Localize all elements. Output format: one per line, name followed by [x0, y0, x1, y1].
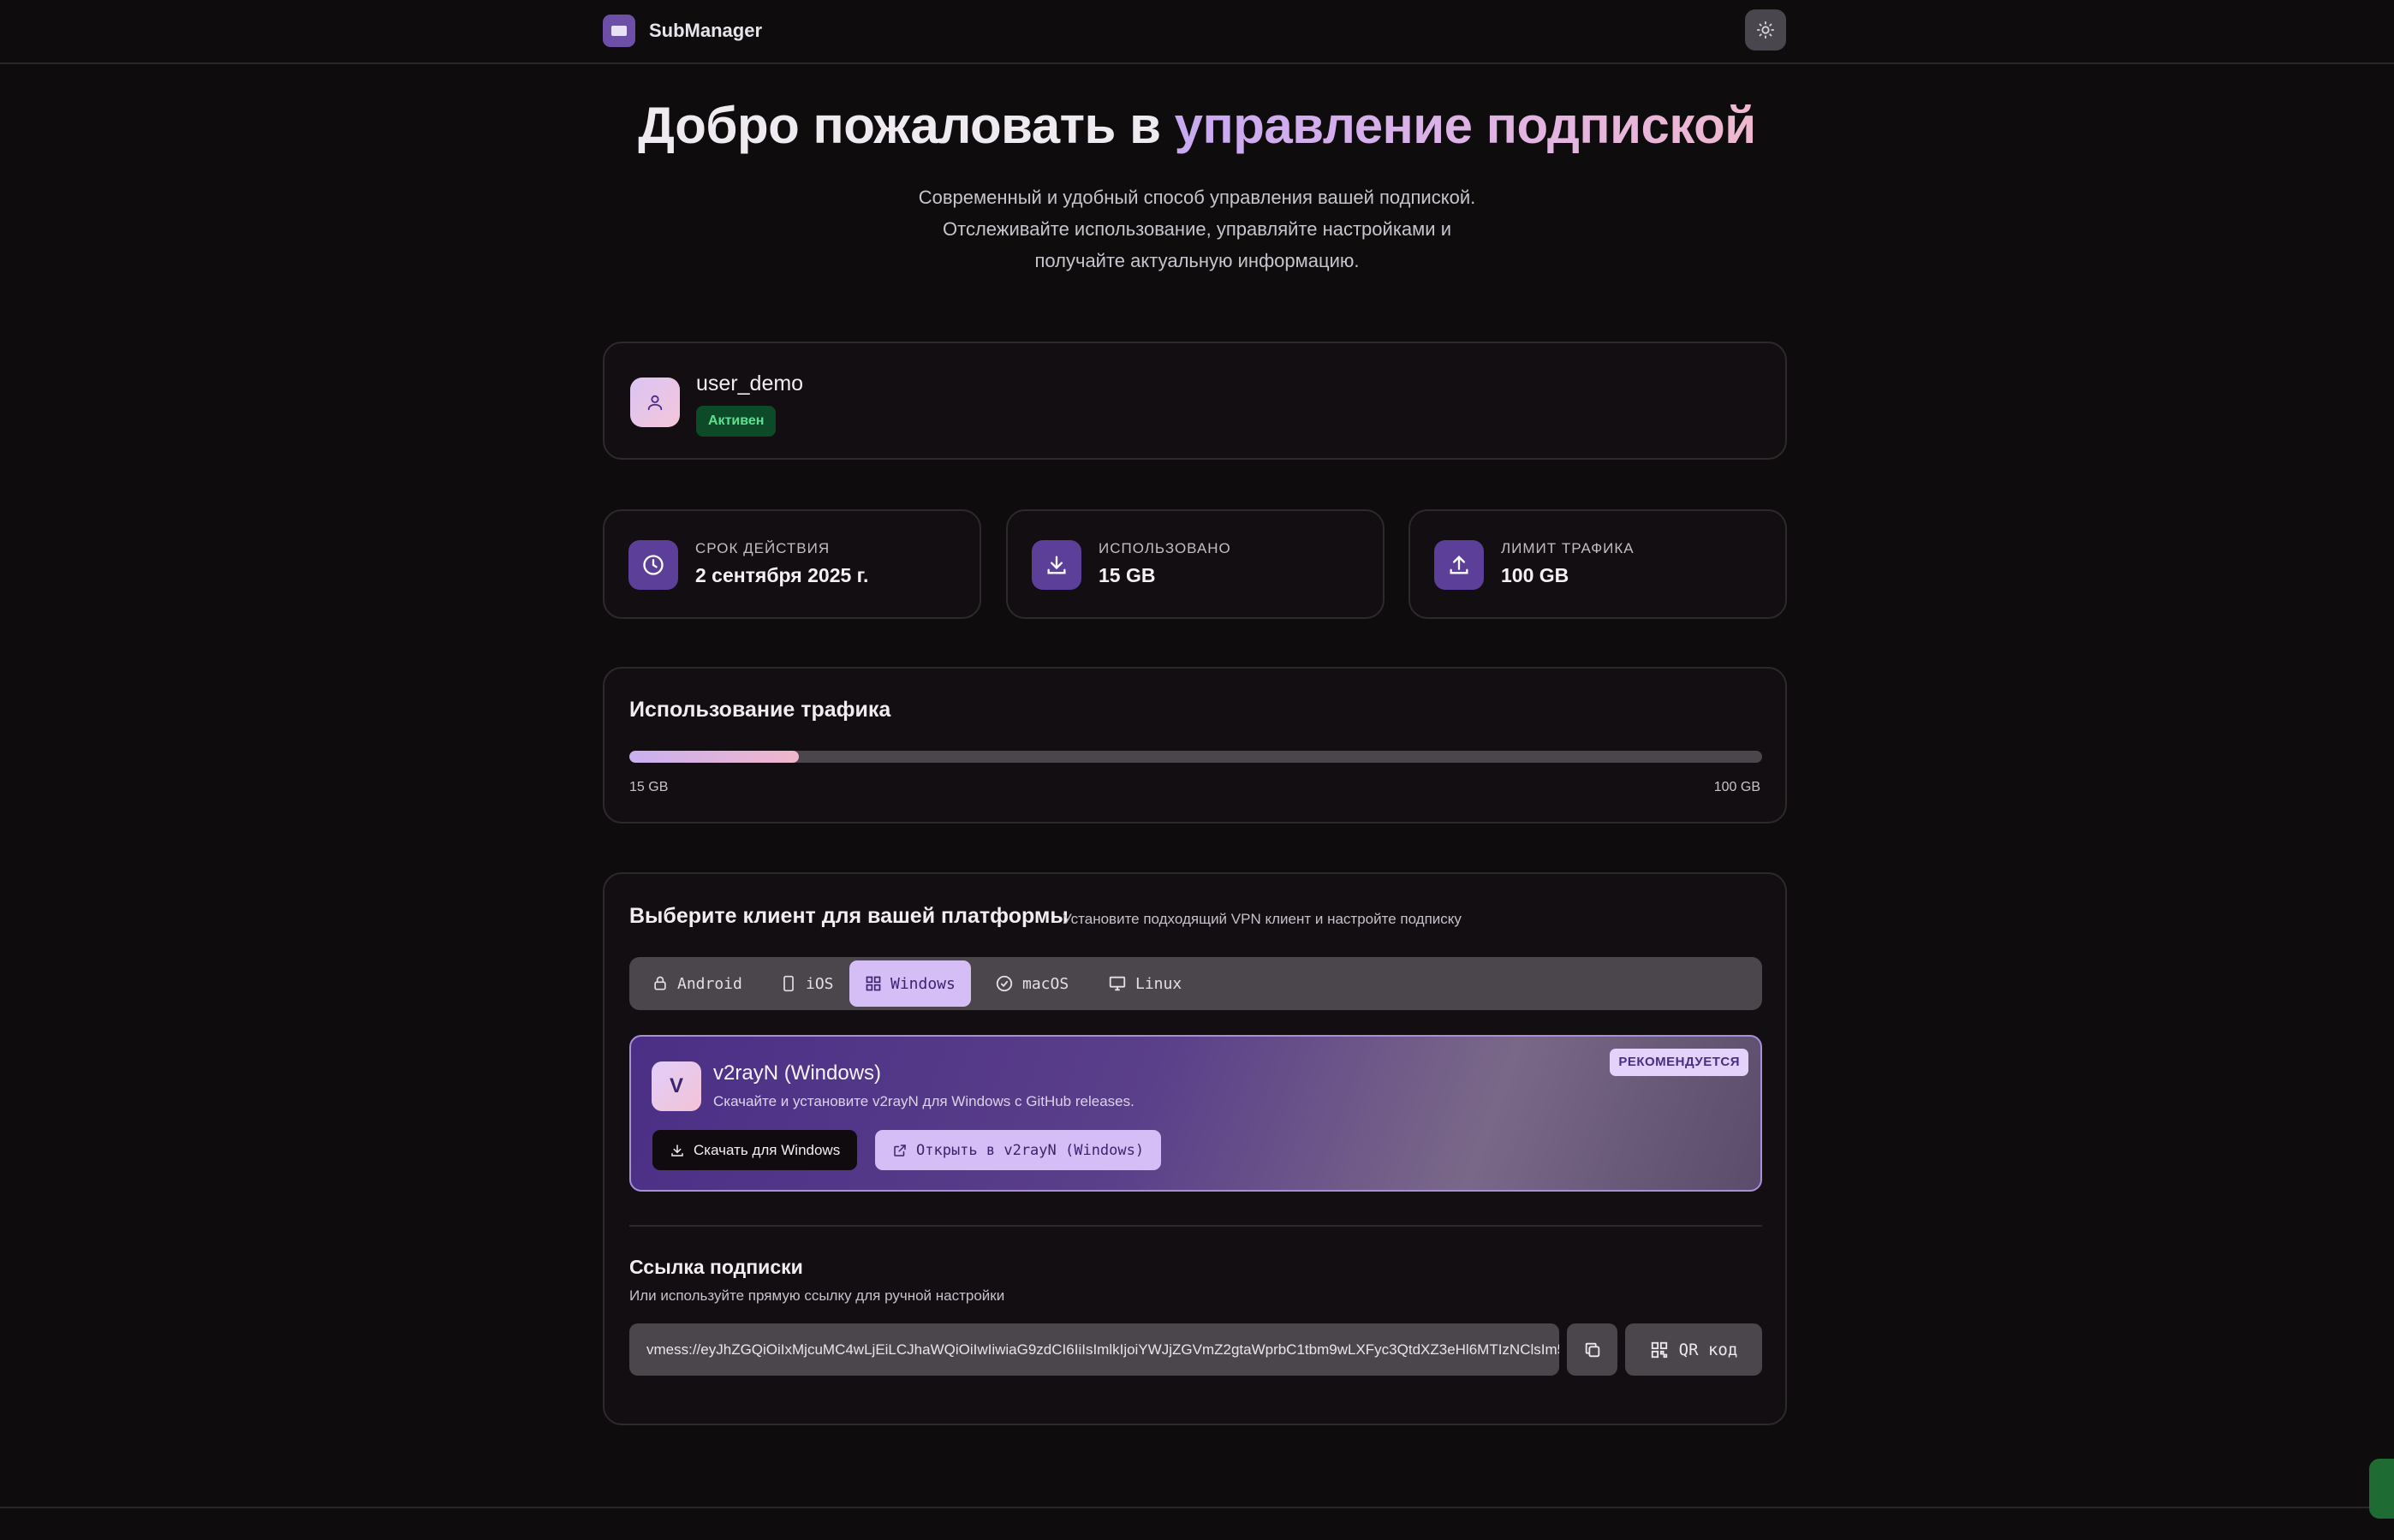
- download-button[interactable]: Скачать для Windows: [652, 1130, 858, 1170]
- open-button-label: Открыть в v2rayN (Windows): [916, 1141, 1145, 1159]
- traffic-used-label: 15 GB: [629, 780, 669, 794]
- stat-value: 2 сентября 2025 г.: [695, 564, 869, 586]
- qr-code-button[interactable]: QR код: [1625, 1323, 1762, 1376]
- monitor-icon: [1109, 976, 1126, 991]
- traffic-title: Использование трафика: [629, 698, 891, 722]
- status-badge: Активен: [696, 406, 777, 437]
- stat-card-expiry: СРОК ДЕЙСТВИЯ 2 сентября 2025 г.: [603, 509, 981, 619]
- stat-value: 100 GB: [1501, 564, 1569, 586]
- subscription-link-input[interactable]: vmess://eyJhZGQiOiIxMjcuMC4wLjEiLCJhaWQi…: [629, 1323, 1559, 1376]
- footer-divider: [0, 1507, 2394, 1508]
- tab-macos[interactable]: macOS: [980, 960, 1084, 1007]
- hero-subtitle-line: получайте актуальную информацию.: [1034, 250, 1360, 271]
- traffic-limit-label: 100 GB: [1713, 780, 1760, 794]
- client-title: Выберите клиент для вашей платформы: [629, 904, 1069, 928]
- clock-icon: [628, 540, 678, 590]
- client-card: Выберите клиент для вашей платформы Уста…: [603, 872, 1787, 1425]
- username: user_demo: [696, 372, 804, 395]
- app-description: Скачайте и установите v2rayN для Windows…: [713, 1093, 1134, 1109]
- stat-label: ИСПОЛЬЗОВАНО: [1099, 540, 1231, 556]
- divider: [629, 1225, 1762, 1227]
- qr-button-label: QR код: [1678, 1340, 1738, 1359]
- lock-icon: [654, 976, 666, 990]
- stat-label: СРОК ДЕЙСТВИЯ: [695, 540, 831, 556]
- tab-linux[interactable]: Linux: [1093, 960, 1197, 1007]
- platform-tabs: Android iOS Windows macOS Linux: [629, 957, 1762, 1010]
- tab-label: Android: [677, 974, 742, 993]
- sun-icon: [1756, 21, 1775, 39]
- stat-card-limit: ЛИМИТ ТРАФИКА 100 GB: [1408, 509, 1787, 619]
- tab-label: Linux: [1135, 974, 1182, 993]
- brand[interactable]: SubManager: [603, 15, 762, 47]
- open-in-app-button[interactable]: Открыть в v2rayN (Windows): [875, 1130, 1162, 1170]
- tab-label: iOS: [806, 974, 834, 993]
- side-widget-tab[interactable]: [2369, 1459, 2394, 1519]
- tab-label: Windows: [890, 974, 956, 993]
- hero-subtitle-line: Современный и удобный способ управления …: [918, 187, 1476, 208]
- brand-name: SubManager: [649, 20, 763, 41]
- upload-icon: [1434, 540, 1484, 590]
- external-link-icon: [894, 1144, 906, 1156]
- copy-icon: [1585, 1342, 1599, 1357]
- stat-label: ЛИМИТ ТРАФИКА: [1501, 540, 1635, 556]
- tab-android[interactable]: Android: [636, 960, 758, 1007]
- title-accent: управление подпиской: [1174, 97, 1757, 154]
- recommended-badge: РЕКОМЕНДУЕТСЯ: [1610, 1049, 1748, 1076]
- user-card: user_demo Активен: [603, 342, 1787, 460]
- top-bar: SubManager: [0, 0, 2394, 64]
- tab-ios[interactable]: iOS: [765, 960, 849, 1007]
- download-icon: [671, 1144, 683, 1156]
- title-main: Добро пожаловать в: [638, 97, 1175, 154]
- traffic-progress-bar: [629, 751, 1762, 763]
- theme-toggle-button[interactable]: [1745, 9, 1786, 51]
- subscription-link-subtitle: Или используйте прямую ссылку для ручной…: [629, 1287, 1005, 1304]
- tab-label: macOS: [1022, 974, 1069, 993]
- user-avatar: [630, 378, 680, 427]
- download-icon: [1032, 540, 1081, 590]
- phone-icon: [783, 975, 794, 992]
- traffic-card: Использование трафика 15 GB 100 GB: [603, 667, 1787, 824]
- copy-button[interactable]: [1567, 1323, 1617, 1376]
- subscription-link-title: Ссылка подписки: [629, 1256, 803, 1278]
- hero-subtitle-line: Отслеживайте использование, управляйте н…: [943, 218, 1451, 240]
- app-name: v2rayN (Windows): [713, 1061, 882, 1085]
- client-subtitle: Установите подходящий VPN клиент и настр…: [1063, 911, 1462, 927]
- app-icon: V: [652, 1061, 701, 1111]
- user-icon: [647, 395, 663, 411]
- brand-logo-icon: [603, 15, 635, 47]
- stat-value: 15 GB: [1099, 564, 1156, 586]
- grid-icon: [866, 976, 881, 991]
- recommended-client-card: РЕКОМЕНДУЕТСЯ V v2rayN (Windows) Скачайт…: [629, 1035, 1762, 1192]
- check-circle-icon: [996, 975, 1013, 992]
- download-button-label: Скачать для Windows: [694, 1141, 841, 1158]
- traffic-progress-fill: [629, 751, 800, 763]
- qr-code-icon: [1651, 1341, 1667, 1358]
- hero-subtitle: Современный и удобный способ управления …: [880, 181, 1514, 276]
- page-title: Добро пожаловать в управление подпиской: [0, 96, 2394, 155]
- stat-card-used: ИСПОЛЬЗОВАНО 15 GB: [1006, 509, 1385, 619]
- tab-windows[interactable]: Windows: [849, 960, 971, 1007]
